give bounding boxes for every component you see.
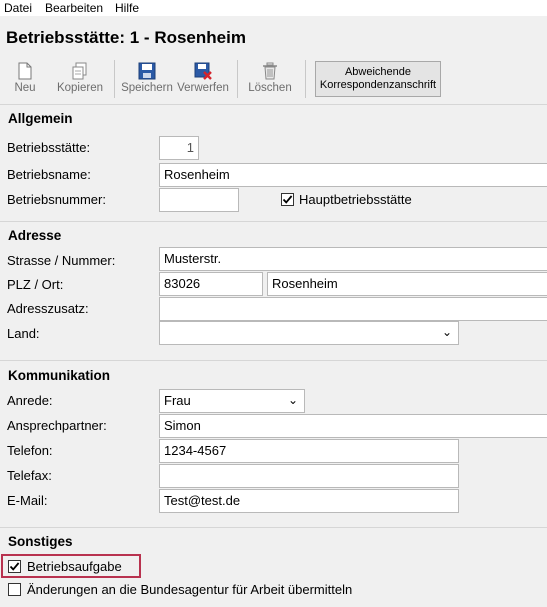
page-title: Betriebsstätte: 1 - Rosenheim (6, 28, 246, 47)
copy-label: Kopieren (56, 82, 104, 94)
fax-field[interactable] (159, 464, 459, 488)
city-field[interactable]: Rosenheim (267, 272, 547, 296)
zip-field[interactable]: 83026 (159, 272, 263, 296)
toolbar-separator (237, 60, 238, 98)
alternate-address-line1: Abweichende (344, 66, 412, 78)
main-site-label: Hauptbetriebsstätte (299, 192, 412, 207)
site-label: Betriebsstätte: (7, 140, 91, 155)
contact-person-field[interactable]: Simon (159, 414, 547, 438)
new-document-icon (18, 62, 32, 80)
email-field[interactable]: Test@test.de (159, 489, 459, 513)
discard-icon (194, 62, 212, 80)
copy-button[interactable]: Kopieren (50, 62, 110, 94)
street-label: Strasse / Nummer: (7, 253, 116, 268)
section-general-heading: Allgemein (8, 111, 73, 126)
save-button[interactable]: Speichern (117, 62, 177, 94)
salutation-value: Frau (164, 393, 191, 408)
section-misc-heading: Sonstiges (8, 534, 73, 549)
business-closure-checkbox[interactable] (8, 560, 21, 573)
email-label: E-Mail: (7, 493, 48, 508)
toolbar-separator (114, 60, 115, 98)
save-icon (138, 62, 156, 80)
delete-label: Löschen (248, 82, 292, 94)
report-changes-checkbox[interactable] (8, 583, 21, 596)
country-select[interactable]: ⌄ (159, 321, 459, 345)
salutation-select[interactable]: Frau ⌄ (159, 389, 305, 413)
contact-person-label: Ansprechpartner: (7, 418, 107, 433)
business-closure-label: Betriebsaufgabe (27, 559, 122, 574)
salutation-label: Anrede: (7, 393, 53, 408)
chevron-down-icon: ⌄ (287, 393, 298, 407)
country-label: Land: (7, 326, 40, 341)
fax-label: Telefax: (7, 468, 52, 483)
discard-button[interactable]: Verwerfen (173, 62, 233, 94)
menu-bar: Datei Bearbeiten Hilfe (0, 0, 547, 16)
delete-button[interactable]: Löschen (240, 62, 300, 94)
checkmark-icon (282, 195, 293, 204)
phone-label: Telefon: (7, 443, 53, 458)
divider (0, 104, 547, 105)
company-number-field[interactable] (159, 188, 239, 212)
divider (0, 221, 547, 222)
toolbar-separator (305, 60, 306, 98)
discard-label: Verwerfen (177, 82, 229, 94)
zip-city-label: PLZ / Ort: (7, 277, 64, 292)
save-label: Speichern (121, 82, 173, 94)
company-name-label: Betriebsname: (7, 167, 91, 182)
site-number-field[interactable]: 1 (159, 136, 199, 160)
main-site-checkbox[interactable] (281, 193, 294, 206)
new-button[interactable]: Neu (0, 62, 55, 94)
divider (0, 527, 547, 528)
alternate-address-line2: Korrespondenzanschrift (319, 79, 437, 91)
new-label: Neu (14, 82, 36, 94)
report-changes-label: Änderungen an die Bundesagentur für Arbe… (27, 582, 353, 597)
alternate-address-button[interactable]: Abweichende Korrespondenzanschrift (315, 61, 441, 97)
checkmark-icon (9, 562, 20, 571)
menu-edit[interactable]: Bearbeiten (45, 1, 103, 15)
menu-help[interactable]: Hilfe (115, 1, 139, 15)
company-name-field[interactable]: Rosenheim (159, 163, 547, 187)
chevron-down-icon: ⌄ (441, 325, 452, 339)
street-field[interactable]: Musterstr. (159, 247, 547, 271)
address-addition-field[interactable] (159, 297, 547, 321)
menu-file[interactable]: Datei (4, 1, 32, 15)
divider (0, 360, 547, 361)
section-address-heading: Adresse (8, 228, 62, 243)
section-communication-heading: Kommunikation (8, 368, 111, 383)
toolbar: Neu Kopieren Speichern Verwerfen Löschen (0, 54, 547, 102)
address-addition-label: Adresszusatz: (7, 301, 89, 316)
phone-field[interactable]: 1234-4567 (159, 439, 459, 463)
company-number-label: Betriebsnummer: (7, 192, 106, 207)
trash-icon (263, 62, 277, 80)
copy-icon (72, 62, 87, 80)
